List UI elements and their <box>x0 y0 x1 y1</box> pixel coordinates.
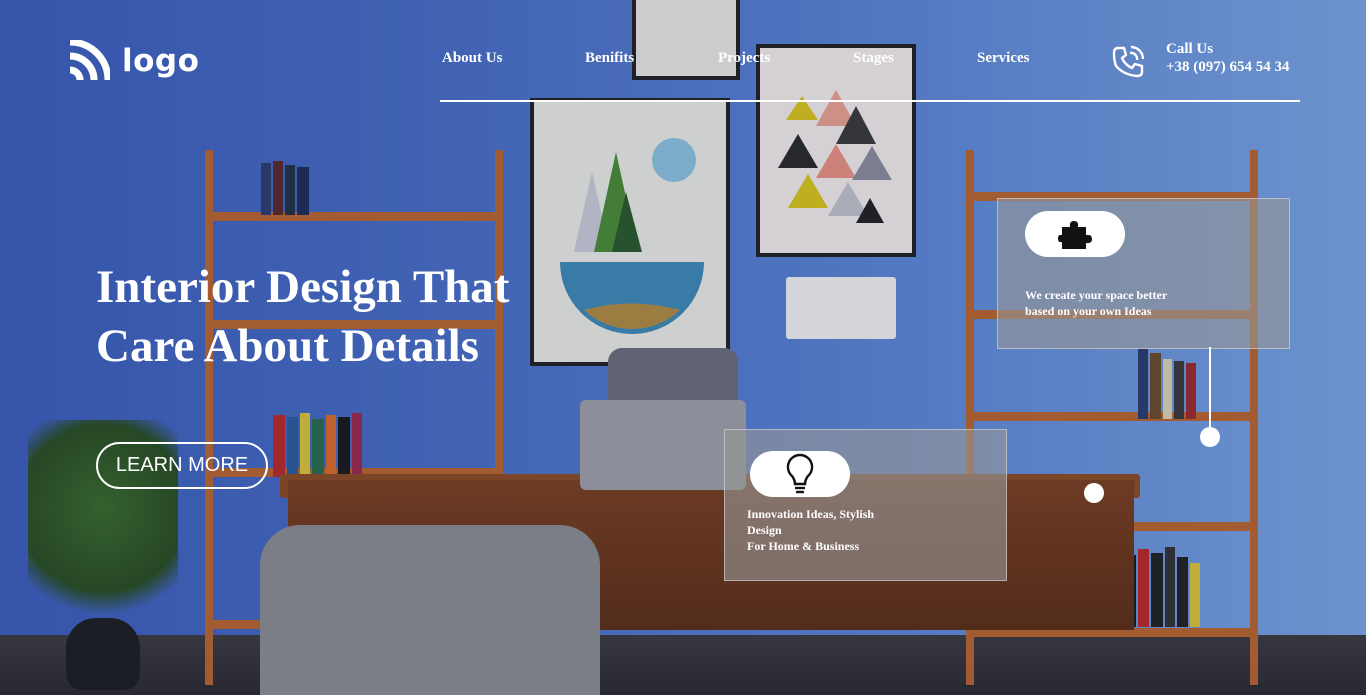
nav-services[interactable]: Services <box>977 50 1029 67</box>
nav-divider <box>440 100 1300 102</box>
nav-benifits[interactable]: Benifits <box>585 50 634 67</box>
nav-stages[interactable]: Stages <box>853 50 894 67</box>
lightbulb-icon <box>786 453 814 494</box>
logo[interactable]: logo <box>68 40 199 82</box>
hotspot-dot[interactable] <box>1200 427 1220 447</box>
feature-card-innovation: Innovation Ideas, Stylish Design For Hom… <box>724 429 1007 581</box>
feature-card-ideas: We create your space better based on you… <box>997 198 1290 349</box>
phone-number[interactable]: +38 (097) 654 54 34 <box>1166 59 1290 76</box>
feature-text-ideas: We create your space better based on you… <box>1025 288 1168 318</box>
call-us-label: Call Us <box>1166 41 1214 57</box>
nav-projects[interactable]: Projects <box>718 50 770 67</box>
feature-icon-pill <box>1025 211 1125 257</box>
puzzle-icon <box>1058 221 1092 249</box>
hero-title: Interior Design That Care About Details <box>96 258 576 376</box>
hotspot-dot[interactable] <box>1084 483 1104 503</box>
nav-about-us[interactable]: About Us <box>442 50 502 67</box>
feature-text-innovation: Innovation Ideas, Stylish Design For Hom… <box>747 507 875 553</box>
learn-more-button[interactable]: LEARN MORE <box>96 442 268 489</box>
hero-title-line-2: Care About Details <box>96 320 479 372</box>
phone-call-icon[interactable] <box>1110 44 1146 80</box>
hero-title-line-1: Interior Design That <box>96 261 510 313</box>
connector-line <box>1209 347 1211 429</box>
signal-waves-icon <box>69 40 110 81</box>
logo-text: logo <box>122 43 200 79</box>
feature-icon-pill <box>750 451 850 497</box>
